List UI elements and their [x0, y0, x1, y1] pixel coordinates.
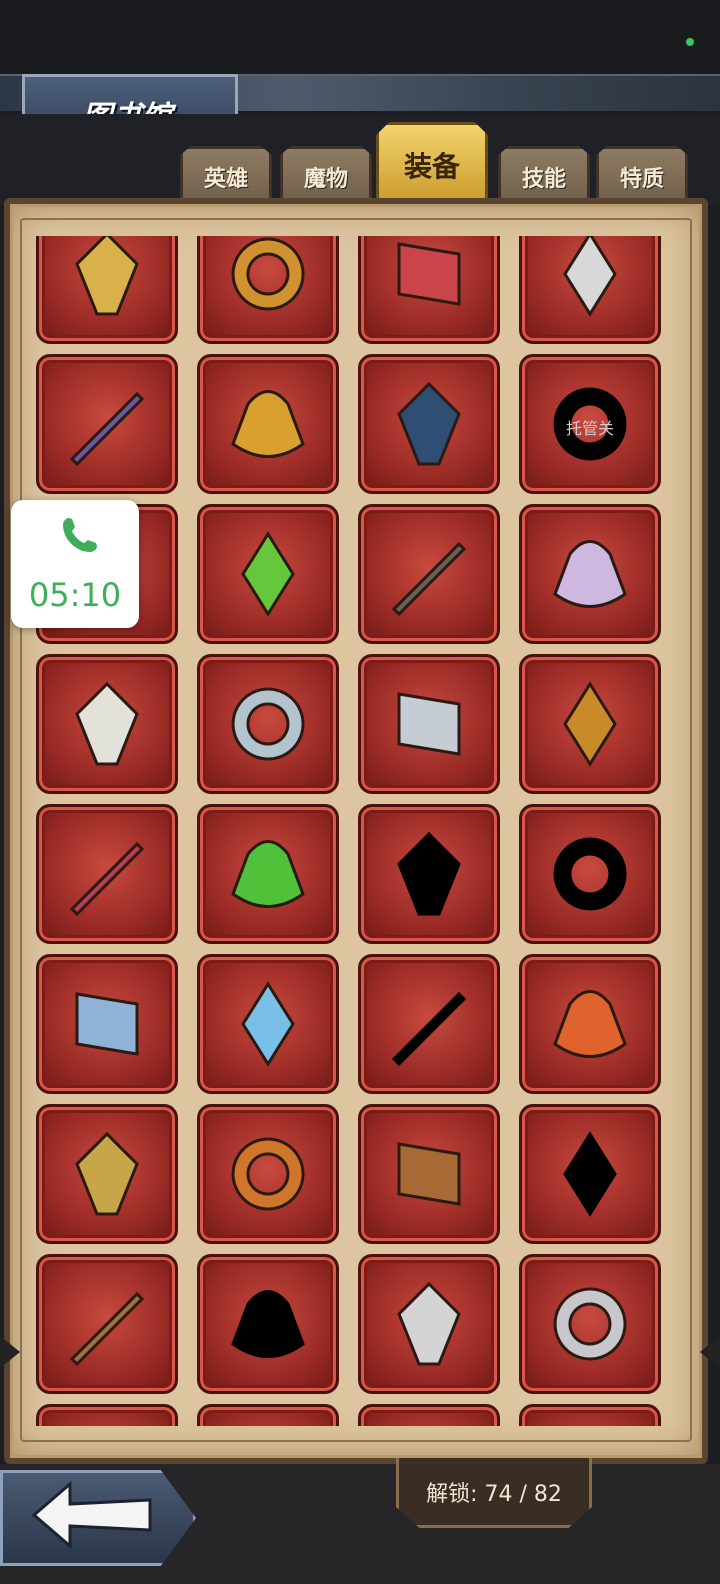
poison-dagger-icon [75, 681, 139, 766]
status-indicator-dot [686, 38, 694, 46]
skull-staff-icon [75, 992, 139, 1056]
tab-traits[interactable]: 特质 [596, 146, 688, 204]
jeweled-spellbook-icon [397, 242, 461, 306]
purple-gem-ring-icon [231, 237, 305, 311]
spiked-shield-icon [75, 1131, 139, 1216]
horned-mask-icon [397, 1142, 461, 1206]
equipment-slot[interactable] [358, 804, 500, 944]
locked-item-caption: 托管关 [565, 419, 614, 438]
equipment-slot[interactable] [197, 804, 339, 944]
equipment-slot[interactable] [519, 804, 661, 944]
equipment-slot[interactable] [36, 654, 178, 794]
brass-goggles-icon [69, 1291, 145, 1367]
tab-label: 特质 [619, 166, 664, 192]
venom-bow-icon [241, 531, 295, 617]
call-widget[interactable]: 05:10 [11, 500, 139, 628]
equipment-slot[interactable] [36, 804, 178, 944]
equipment-slot[interactable] [519, 1404, 661, 1426]
gemmed-cross-scepter-icon [69, 391, 145, 467]
shadow-helm-icon [563, 1131, 617, 1217]
equipment-slot[interactable] [197, 1104, 339, 1244]
equipment-slot[interactable] [36, 954, 178, 1094]
equipment-slot[interactable] [358, 1254, 500, 1394]
back-arrow-icon [31, 1480, 152, 1550]
crystal-orb-ring-icon [241, 981, 295, 1067]
bone-scythe-icon [231, 687, 305, 761]
equipment-slot[interactable] [519, 1254, 661, 1394]
panel-spike-left [0, 1336, 20, 1368]
tab-label: 技能 [521, 166, 566, 192]
equipment-slot[interactable] [197, 954, 339, 1094]
equipment-slot[interactable] [197, 236, 339, 344]
equipment-slot[interactable] [358, 1104, 500, 1244]
equipment-slot[interactable] [358, 654, 500, 794]
equipment-slot[interactable] [36, 236, 178, 344]
silver-spear-icon [397, 692, 461, 756]
shadow-pouch-icon [231, 1290, 305, 1358]
equipment-grid: 托管关 [36, 236, 661, 1426]
plague-mask-icon [397, 381, 461, 466]
steel-bracer-icon [553, 1287, 627, 1361]
shadow-greatsword-icon [553, 837, 627, 911]
equipment-slot[interactable] [197, 1404, 339, 1426]
lightning-spear-icon [563, 681, 617, 767]
equipment-slot[interactable] [519, 654, 661, 794]
tab-equipment[interactable]: 装备 [376, 122, 488, 204]
shadow-orb-icon [391, 991, 467, 1067]
equipment-slot[interactable] [519, 954, 661, 1094]
equipment-slot[interactable] [36, 1104, 178, 1244]
tab-skills[interactable]: 技能 [498, 146, 590, 204]
partial-item-1-icon [57, 1424, 157, 1426]
equipment-slot[interactable] [358, 504, 500, 644]
multi-gem-crown-ring-icon [231, 390, 305, 458]
tab-label: 英雄 [203, 166, 248, 192]
unlock-counter-plate: 解锁: 74 / 82 [396, 1458, 592, 1528]
equipment-slot[interactable] [519, 236, 661, 344]
equipment-slot[interactable] [358, 1404, 500, 1426]
silver-whistle-icon [397, 1281, 461, 1366]
tab-monsters[interactable]: 魔物 [280, 146, 372, 204]
shadow-weapon-icon [397, 831, 461, 916]
equipment-slot[interactable] [358, 236, 500, 344]
equipment-grid-viewport[interactable]: 托管关 [36, 236, 678, 1426]
unlock-counter: 解锁: 74 / 82 [426, 1481, 562, 1507]
equipment-slot[interactable] [36, 354, 178, 494]
equipment-slot[interactable]: 托管关 [519, 354, 661, 494]
partial-item-3-icon [379, 1424, 479, 1426]
molten-heart-icon [553, 990, 627, 1058]
tab-heroes[interactable]: 英雄 [180, 146, 272, 204]
equipment-slot[interactable] [36, 1254, 178, 1394]
emerald-blade-icon [231, 840, 305, 908]
call-duration: 05:10 [28, 576, 122, 614]
partial-item-2-icon [218, 1424, 318, 1426]
status-bar [0, 0, 720, 74]
partial-item-4-icon [540, 1424, 640, 1426]
crystal-greatsword-icon [553, 540, 627, 608]
equipment-slot[interactable] [197, 654, 339, 794]
equipment-slot[interactable] [358, 354, 500, 494]
tab-label: 魔物 [303, 166, 348, 192]
equipment-slot[interactable] [519, 1104, 661, 1244]
panel-spike-right [700, 1336, 720, 1368]
pumpkin-ring-icon [231, 1137, 305, 1211]
stone-warhammer-icon [391, 541, 467, 617]
equipment-slot[interactable] [197, 1254, 339, 1394]
equipment-slot[interactable] [358, 954, 500, 1094]
equipment-slot[interactable] [197, 354, 339, 494]
golden-winged-helmet-icon [75, 236, 139, 316]
phone-icon [63, 518, 97, 552]
equipment-slot[interactable] [197, 504, 339, 644]
crimson-battleaxe-icon [69, 841, 145, 917]
equipment-slot[interactable] [519, 504, 661, 644]
ruby-amulet-icon [563, 236, 617, 317]
tab-label: 装备 [403, 149, 460, 183]
equipment-slot[interactable] [36, 1404, 178, 1426]
